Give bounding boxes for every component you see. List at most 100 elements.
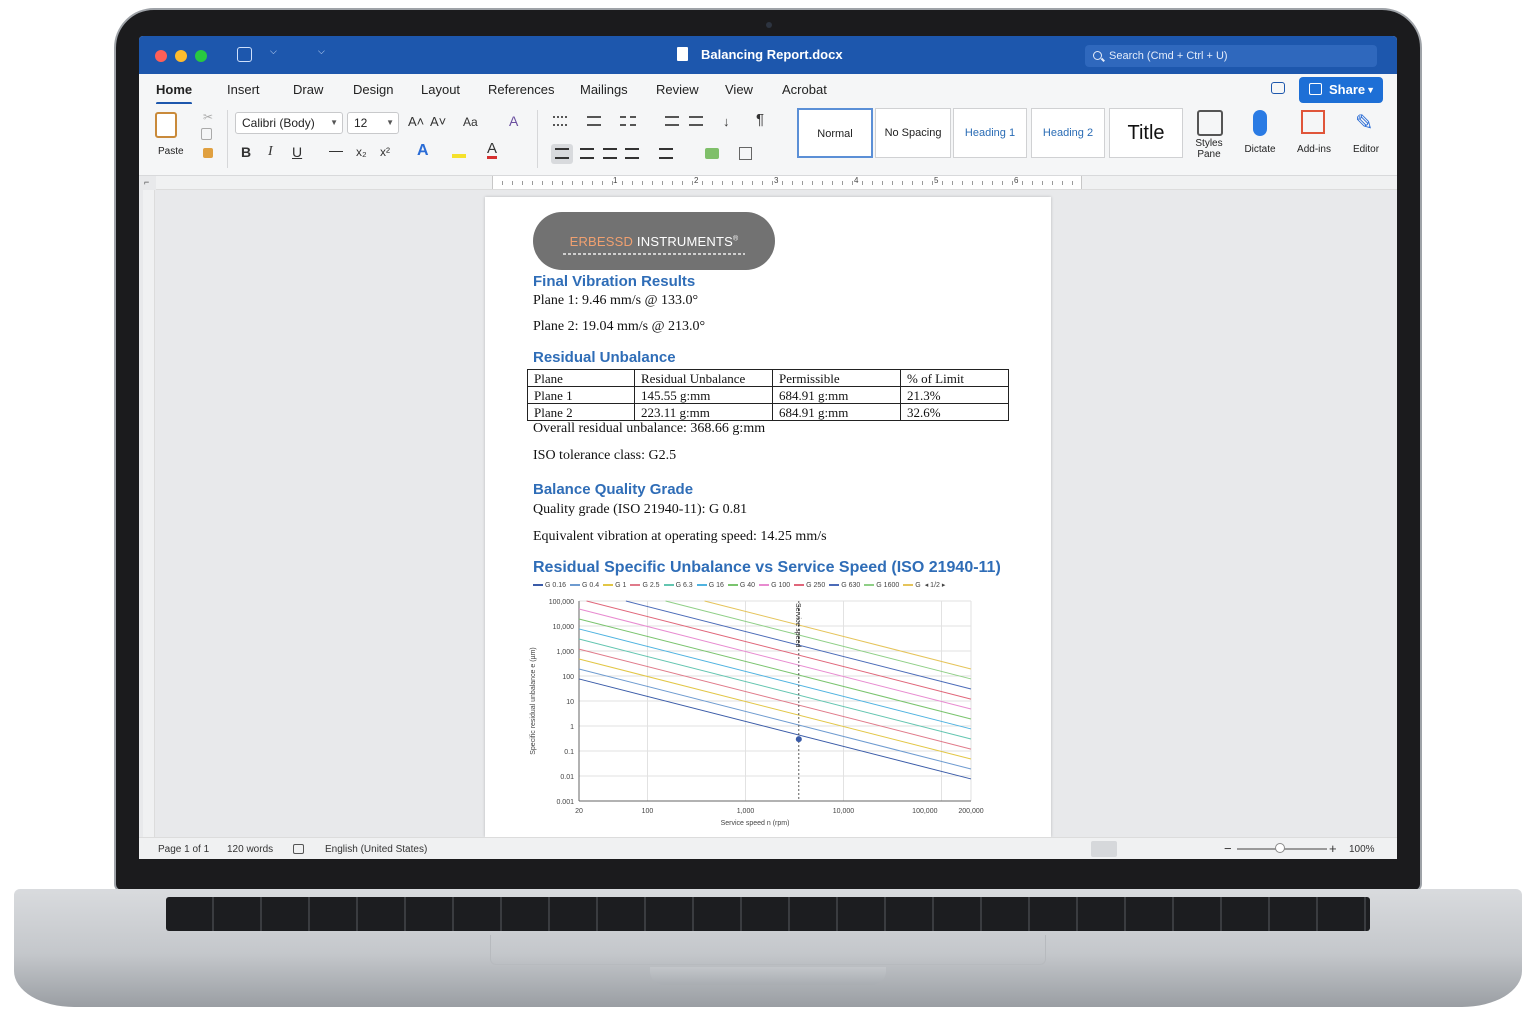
- add-ins-label: Add-ins: [1297, 144, 1331, 155]
- search-input[interactable]: Search (Cmd + Ctrl + U): [1085, 45, 1377, 67]
- legend-item[interactable]: G 1: [603, 582, 626, 589]
- table-header: Residual Unbalance: [634, 369, 773, 387]
- app-window: ⌵ ⌵ Balancing Report.docx Search (Cmd + …: [139, 36, 1397, 859]
- zoom-window-button[interactable]: [195, 50, 207, 62]
- text-effects-button[interactable]: A: [417, 142, 429, 160]
- legend-swatch: [603, 584, 614, 586]
- shading-icon[interactable]: [705, 148, 719, 159]
- tab-design[interactable]: Design: [353, 82, 393, 97]
- legend-item[interactable]: G 40: [727, 582, 755, 589]
- close-window-button[interactable]: [155, 50, 167, 62]
- legend-item[interactable]: G 2.5: [630, 582, 660, 589]
- zoom-slider-handle[interactable]: [1275, 843, 1285, 853]
- styles-pane-icon[interactable]: [1197, 110, 1223, 136]
- multilevel-list-icon[interactable]: [620, 116, 636, 126]
- share-button[interactable]: Share ▼: [1299, 77, 1383, 103]
- status-bar: Page 1 of 1 120 words English (United St…: [139, 837, 1397, 859]
- legend-swatch: [864, 584, 875, 586]
- autosave-icon[interactable]: [237, 47, 252, 62]
- legend-item[interactable]: G 6.3: [663, 582, 693, 589]
- highlight-icon[interactable]: [452, 144, 466, 158]
- line-spacing-icon[interactable]: [659, 148, 673, 159]
- legend-item[interactable]: G 100: [759, 582, 790, 589]
- tab-review[interactable]: Review: [656, 82, 699, 97]
- minimize-window-button[interactable]: [175, 50, 187, 62]
- tab-insert[interactable]: Insert: [227, 82, 260, 97]
- paste-icon[interactable]: [155, 112, 177, 138]
- document-page[interactable]: ERBESSD INSTRUMENTS® Final Vibration Res…: [485, 197, 1051, 837]
- table-header-row: Plane Residual Unbalance Permissible % o…: [527, 369, 1009, 387]
- increase-indent-icon[interactable]: [689, 116, 703, 126]
- grow-font-button[interactable]: A˄: [408, 114, 424, 129]
- align-right-icon[interactable]: [603, 148, 617, 159]
- cut-icon[interactable]: ✂: [203, 110, 213, 124]
- shrink-font-button[interactable]: A˅: [430, 114, 446, 129]
- x-tick-label: 20: [575, 808, 583, 815]
- style-no-spacing[interactable]: No Spacing: [875, 108, 951, 158]
- font-name-select[interactable]: Calibri (Body) ▼: [235, 112, 343, 134]
- series-line: [586, 600, 972, 700]
- language[interactable]: English (United States): [325, 844, 427, 855]
- style-heading-1[interactable]: Heading 1: [953, 108, 1027, 158]
- format-painter-icon[interactable]: [203, 148, 213, 158]
- font-size-select[interactable]: 12 ▼: [347, 112, 399, 134]
- subscript-button[interactable]: x₂: [356, 145, 367, 159]
- heading-residual-unbalance: Residual Unbalance: [533, 349, 676, 366]
- word-count[interactable]: 120 words: [227, 844, 273, 855]
- zoom-level[interactable]: 100%: [1349, 844, 1375, 855]
- editor-icon[interactable]: ✎: [1355, 110, 1381, 136]
- legend-item[interactable]: G 0.16: [533, 582, 566, 589]
- bullets-icon[interactable]: [553, 116, 567, 126]
- tab-acrobat[interactable]: Acrobat: [782, 82, 827, 97]
- tab-references[interactable]: References: [488, 82, 554, 97]
- web-layout-view-button[interactable]: [1123, 841, 1149, 857]
- tab-draw[interactable]: Draw: [293, 82, 323, 97]
- legend-item[interactable]: G 16: [696, 582, 724, 589]
- outline-view-button[interactable]: [1155, 841, 1181, 857]
- font-color-button[interactable]: A: [487, 141, 498, 159]
- legend-item[interactable]: G 0.4: [570, 582, 599, 589]
- document-title: Balancing Report.docx: [701, 47, 843, 62]
- numbering-icon[interactable]: [587, 116, 601, 126]
- microphone-icon[interactable]: [1253, 110, 1267, 136]
- tab-mailings[interactable]: Mailings: [580, 82, 628, 97]
- legend-item[interactable]: G 250: [794, 582, 825, 589]
- superscript-button[interactable]: x²: [380, 145, 390, 159]
- style-normal[interactable]: Normal: [797, 108, 873, 158]
- italic-button[interactable]: I: [268, 144, 273, 160]
- tab-home[interactable]: Home: [156, 82, 193, 105]
- align-center-icon[interactable]: [580, 148, 594, 159]
- clear-formatting-icon[interactable]: A: [509, 113, 518, 129]
- tab-layout[interactable]: Layout: [421, 82, 460, 97]
- legend-pager[interactable]: ◂ 1/2 ▸: [925, 581, 946, 589]
- zoom-in-button[interactable]: +: [1329, 841, 1337, 856]
- style-heading-2[interactable]: Heading 2: [1031, 108, 1105, 158]
- add-ins-icon[interactable]: [1301, 110, 1325, 134]
- justify-icon[interactable]: [625, 148, 639, 159]
- style-title[interactable]: Title: [1109, 108, 1183, 158]
- draft-view-button[interactable]: [1187, 841, 1213, 857]
- legend-item[interactable]: G: [903, 582, 921, 589]
- page-count[interactable]: Page 1 of 1: [158, 844, 209, 855]
- tab-view[interactable]: View: [725, 82, 753, 97]
- decrease-indent-icon[interactable]: [665, 116, 679, 126]
- legend-swatch: [759, 584, 770, 586]
- zoom-out-button[interactable]: −: [1224, 841, 1232, 856]
- print-layout-view-button[interactable]: [1091, 841, 1117, 857]
- sort-icon[interactable]: ↓: [723, 114, 730, 129]
- bold-button[interactable]: B: [241, 144, 251, 160]
- customize-toolbar-chevron-icon[interactable]: ⌵: [318, 46, 325, 57]
- legend-label: G 2.5: [642, 582, 660, 589]
- copy-icon[interactable]: [201, 128, 212, 140]
- quick-access-chevron-icon[interactable]: ⌵: [270, 46, 277, 57]
- strikethrough-icon[interactable]: [329, 151, 343, 161]
- borders-icon[interactable]: [739, 147, 752, 160]
- underline-button[interactable]: U: [292, 144, 302, 160]
- show-formatting-button[interactable]: ¶: [756, 111, 764, 128]
- legend-item[interactable]: G 630: [829, 582, 860, 589]
- comments-icon[interactable]: [1271, 82, 1285, 94]
- legend-item[interactable]: G 1600: [864, 582, 899, 589]
- proofing-icon[interactable]: [293, 844, 304, 854]
- residual-unbalance-table: Plane Residual Unbalance Permissible % o…: [527, 369, 1009, 421]
- change-case-button[interactable]: Aa: [463, 115, 478, 129]
